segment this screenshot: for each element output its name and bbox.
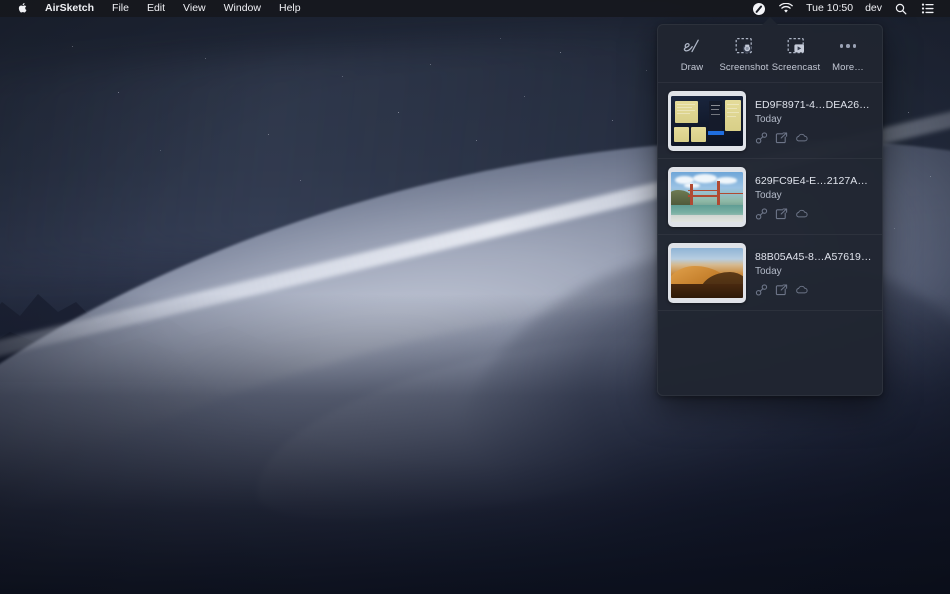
toolbar-button-more[interactable]: More…: [822, 35, 874, 73]
menu-item-view[interactable]: View: [174, 0, 215, 17]
airsketch-dropdown-panel: Draw Screenshot Screencast More… ED9F897…: [657, 24, 883, 396]
file-date: Today: [755, 113, 782, 125]
star: [72, 46, 74, 48]
menu-item-edit[interactable]: Edit: [138, 0, 174, 17]
toolbar-label-screenshot: Screenshot: [719, 62, 769, 73]
capture-meta: 88B05A45-8…A57619.png Today: [755, 250, 872, 296]
menu-bar-clock[interactable]: Tue 10:50: [800, 0, 859, 17]
search-icon[interactable]: [888, 0, 914, 17]
file-name: ED9F8971-4…DEA26.png: [755, 98, 872, 111]
desktop-notes-thumbnail[interactable]: [668, 90, 746, 151]
toolbar-label-draw: Draw: [680, 62, 704, 73]
toolbar-button-draw[interactable]: Draw: [666, 35, 718, 73]
list-item[interactable]: 88B05A45-8…A57619.png Today: [658, 235, 882, 311]
control-center-icon[interactable]: [914, 0, 941, 17]
share-icon[interactable]: [775, 131, 788, 144]
toolbar-button-screenshot[interactable]: Screenshot: [718, 35, 770, 73]
copy-link-icon[interactable]: [755, 131, 768, 144]
copy-link-icon[interactable]: [755, 283, 768, 296]
capture-meta: 629FC9E4-E…2127A4.png Today: [755, 174, 872, 220]
file-date: Today: [755, 265, 782, 277]
toolbar-button-screencast[interactable]: Screencast: [770, 35, 822, 73]
file-name: 629FC9E4-E…2127A4.png: [755, 174, 872, 187]
sand-dune-thumbnail[interactable]: [668, 242, 746, 303]
menu-app-name[interactable]: AirSketch: [36, 0, 103, 17]
share-icon[interactable]: [775, 283, 788, 296]
more-dots-icon: [835, 35, 861, 57]
panel-pointer-arrow: [762, 17, 778, 25]
file-name: 88B05A45-8…A57619.png: [755, 250, 872, 263]
cloud-upload-icon[interactable]: [795, 132, 808, 144]
more-actions-icon[interactable]: [815, 284, 828, 296]
menu-bar-left: AirSketch File Edit View Window Help: [0, 0, 310, 17]
wifi-icon[interactable]: [772, 0, 800, 17]
airsketch-status-icon[interactable]: [746, 0, 772, 17]
capture-actions: [755, 283, 872, 296]
more-actions-icon[interactable]: [815, 132, 828, 144]
golden-gate-bridge-thumbnail[interactable]: [668, 166, 746, 227]
menu-bar-user[interactable]: dev: [859, 0, 888, 17]
capture-meta: ED9F8971-4…DEA26.png Today: [755, 98, 872, 144]
draw-pen-icon: [679, 35, 705, 57]
menu-item-help[interactable]: Help: [270, 0, 310, 17]
menu-bar-right: Tue 10:50 dev: [746, 0, 950, 17]
screenshot-camera-icon: [731, 35, 757, 57]
list-item[interactable]: ED9F8971-4…DEA26.png Today: [658, 83, 882, 159]
panel-toolbar: Draw Screenshot Screencast More…: [658, 25, 882, 83]
menu-item-file[interactable]: File: [103, 0, 138, 17]
cloud-upload-icon[interactable]: [795, 208, 808, 220]
copy-link-icon[interactable]: [755, 207, 768, 220]
more-actions-icon[interactable]: [815, 208, 828, 220]
capture-actions: [755, 131, 872, 144]
cloud-upload-icon[interactable]: [795, 284, 808, 296]
list-item[interactable]: 629FC9E4-E…2127A4.png Today: [658, 159, 882, 235]
menu-item-window[interactable]: Window: [215, 0, 270, 17]
share-icon[interactable]: [775, 207, 788, 220]
apple-logo-icon[interactable]: [10, 2, 36, 14]
toolbar-label-screencast: Screencast: [771, 62, 821, 73]
desktop-screen: AirSketch File Edit View Window Help Tue…: [0, 0, 950, 594]
capture-actions: [755, 207, 872, 220]
menu-bar: AirSketch File Edit View Window Help Tue…: [0, 0, 950, 17]
toolbar-label-more: More…: [832, 62, 864, 73]
file-date: Today: [755, 189, 782, 201]
screencast-play-icon: [783, 35, 809, 57]
capture-list: ED9F8971-4…DEA26.png Today 629FC9E4-E…21…: [658, 83, 882, 395]
